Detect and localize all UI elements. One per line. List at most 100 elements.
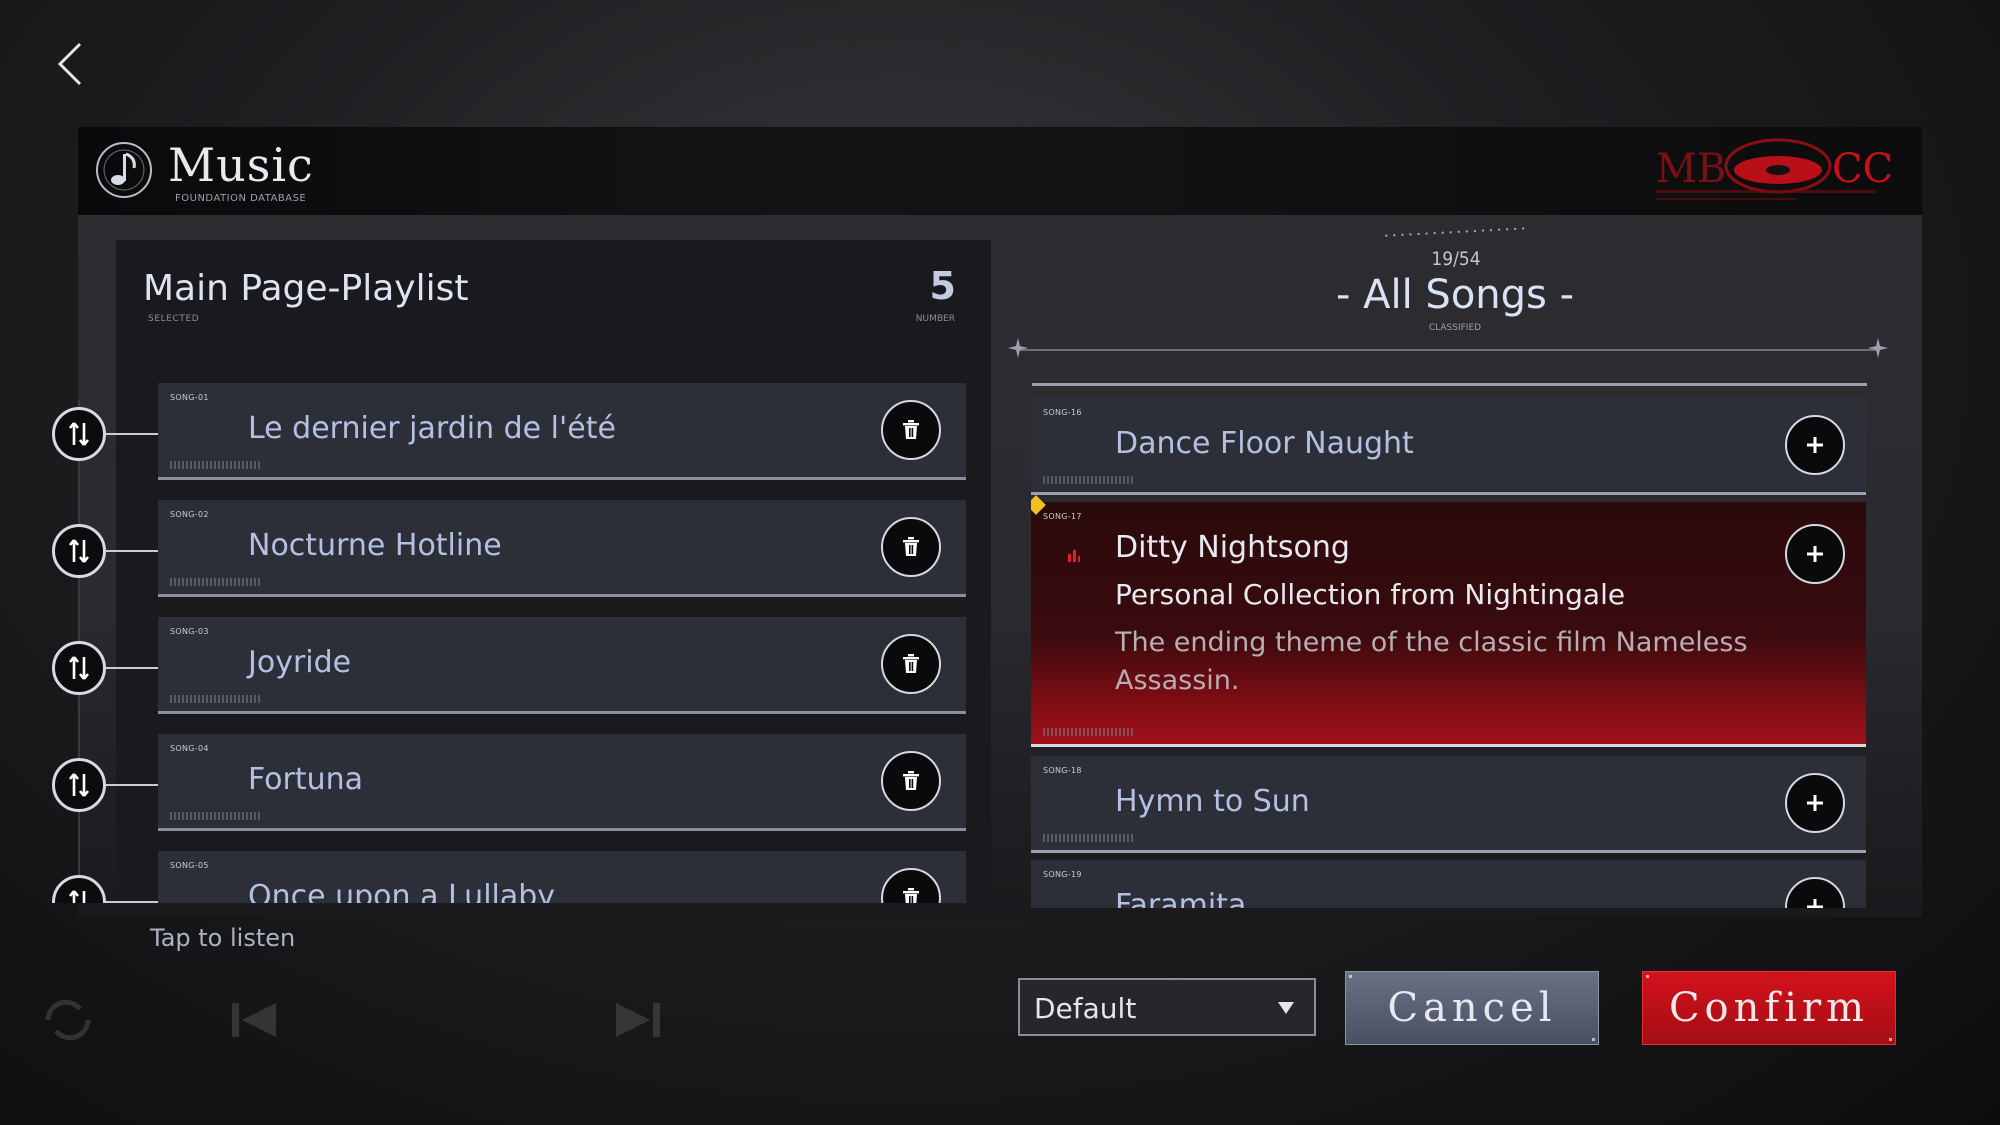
delete-song-button[interactable]	[881, 634, 941, 694]
playlist-song-item[interactable]: SONG-05 Once upon a Lullaby	[158, 851, 966, 903]
library-list-top-edge	[1032, 383, 1867, 386]
corner-dot	[1646, 975, 1649, 978]
song-barcode	[1043, 476, 1133, 484]
reorder-arrows-icon	[68, 656, 90, 680]
playlist-song-item[interactable]: SONG-02 Nocturne Hotline	[158, 500, 966, 597]
song-barcode	[1043, 728, 1133, 736]
repeat-icon[interactable]	[40, 995, 96, 1045]
trash-icon	[903, 771, 919, 790]
add-song-button[interactable]	[1785, 773, 1845, 833]
library-counter: 19/54	[1431, 248, 1481, 270]
reorder-arrows-icon	[68, 539, 90, 563]
song-code: SONG-04	[170, 744, 209, 753]
playlist-title-sublabel: SELECTED	[148, 314, 200, 324]
corner-dot	[1349, 975, 1352, 978]
playlist-song-item[interactable]: SONG-03 Joyride	[158, 617, 966, 714]
playlist-count-label: NUMBER	[915, 314, 955, 324]
reorder-connector	[106, 433, 158, 435]
playlist-list[interactable]: SONG-01 Le dernier jardin de l'été SONG-…	[158, 383, 966, 903]
song-code: SONG-17	[1043, 512, 1082, 521]
delete-song-button[interactable]	[881, 517, 941, 577]
add-song-button[interactable]	[1785, 524, 1845, 584]
reorder-handle[interactable]	[52, 524, 106, 578]
library-list[interactable]: SONG-16 Dance Floor Naught SONG-17 Ditty…	[1031, 398, 1871, 908]
song-barcode	[170, 695, 260, 703]
song-title: Fortuna	[248, 762, 364, 797]
svg-text:MB: MB	[1656, 146, 1726, 192]
song-title: Joyride	[248, 645, 352, 680]
delete-song-button[interactable]	[881, 751, 941, 811]
song-barcode	[170, 578, 260, 586]
equalizer-icon	[1068, 550, 1080, 562]
app-subtitle: FOUNDATION DATABASE	[175, 193, 307, 204]
song-code: SONG-19	[1043, 870, 1082, 879]
reorder-handle[interactable]	[52, 875, 106, 903]
song-description: The ending theme of the classic film Nam…	[1115, 627, 1748, 696]
library-song-item[interactable]: SONG-19 Faramita	[1031, 860, 1866, 908]
corner-dot	[1592, 1038, 1595, 1041]
app-title: Music	[168, 138, 314, 192]
header-bar	[78, 127, 1922, 215]
song-title: Nocturne Hotline	[248, 528, 502, 563]
song-barcode	[1043, 834, 1133, 842]
song-code: SONG-03	[170, 627, 209, 636]
back-button[interactable]	[48, 36, 98, 92]
plus-icon	[1807, 546, 1823, 562]
chevron-left-icon	[57, 42, 82, 86]
next-track-icon[interactable]	[610, 995, 666, 1045]
brand-logo: MB CC	[1656, 138, 1892, 200]
playlist-song-item[interactable]: SONG-04 Fortuna	[158, 734, 966, 831]
song-code: SONG-05	[170, 861, 209, 870]
reorder-connector	[106, 550, 158, 552]
confirm-button-label: Confirm	[1668, 985, 1870, 1031]
tap-to-listen-hint: Tap to listen	[150, 924, 296, 952]
reorder-arrows-icon	[68, 890, 86, 903]
cancel-button[interactable]: Cancel	[1345, 971, 1599, 1045]
add-song-button[interactable]	[1785, 877, 1845, 908]
caret-down-icon	[1278, 1002, 1294, 1014]
plus-icon	[1807, 795, 1823, 811]
library-song-item[interactable]: SONG-16 Dance Floor Naught	[1031, 398, 1866, 495]
delete-song-button[interactable]	[881, 868, 941, 903]
song-code: SONG-18	[1043, 766, 1082, 775]
delete-song-button[interactable]	[881, 400, 941, 460]
song-title: Le dernier jardin de l'été	[248, 411, 616, 446]
song-title: Ditty Nightsong	[1115, 530, 1350, 565]
song-barcode	[170, 812, 260, 820]
library-divider	[1016, 349, 1876, 351]
reorder-handle[interactable]	[52, 641, 106, 695]
song-code: SONG-02	[170, 510, 209, 519]
trash-icon	[903, 420, 919, 439]
trash-icon	[903, 888, 919, 903]
reorder-handle[interactable]	[52, 758, 106, 812]
star-ornament-icon	[1868, 338, 1888, 358]
song-collection: Personal Collection from Nightingale	[1115, 578, 1626, 611]
corner-dot	[1889, 1038, 1892, 1041]
reorder-arrows-icon	[68, 422, 90, 446]
reorder-handle[interactable]	[52, 407, 106, 461]
reorder-connector	[106, 901, 158, 903]
star-ornament-icon	[1008, 338, 1028, 358]
song-code: SONG-01	[170, 393, 209, 402]
library-song-item[interactable]: SONG-18 Hymn to Sun	[1031, 756, 1866, 853]
library-title: - All Songs -	[1335, 272, 1575, 318]
trash-icon	[903, 654, 919, 673]
cancel-button-label: Cancel	[1387, 985, 1557, 1031]
song-barcode	[170, 461, 260, 469]
library-title-sublabel: CLASSIFIED	[1428, 323, 1482, 333]
confirm-button[interactable]: Confirm	[1642, 971, 1896, 1045]
library-song-item-selected[interactable]: SONG-17 Ditty Nightsong Personal Collect…	[1031, 495, 1866, 747]
previous-track-icon[interactable]	[226, 995, 282, 1045]
playlist-count: 5	[929, 264, 956, 308]
playlist-song-item[interactable]: SONG-01 Le dernier jardin de l'été	[158, 383, 966, 480]
trash-icon	[903, 537, 919, 556]
reorder-arrows-icon	[68, 773, 90, 797]
reorder-handle-clip	[52, 870, 162, 903]
sort-dropdown-value: Default	[1034, 992, 1137, 1025]
plus-icon	[1807, 899, 1823, 908]
add-song-button[interactable]	[1785, 415, 1845, 475]
song-title: Hymn to Sun	[1115, 784, 1310, 819]
playlist-title: Main Page-Playlist	[143, 268, 469, 309]
plus-icon	[1807, 437, 1823, 453]
sort-dropdown[interactable]: Default	[1018, 978, 1316, 1036]
